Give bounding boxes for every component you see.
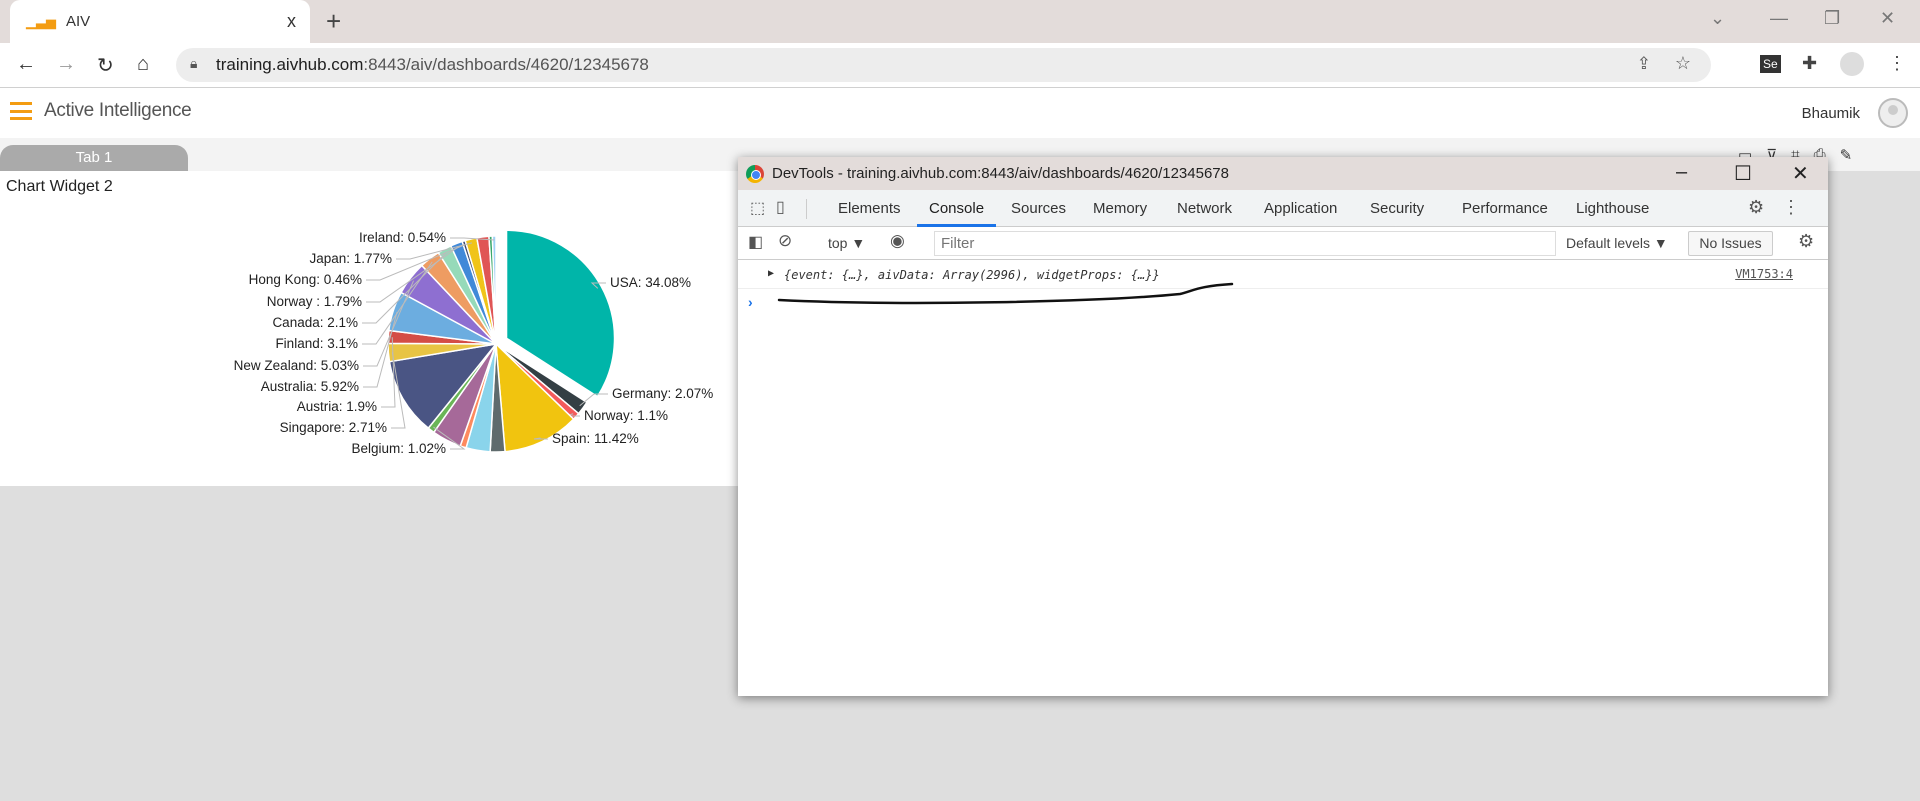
issues-button[interactable]: No Issues <box>1688 231 1773 256</box>
back-icon[interactable]: ← <box>16 53 36 76</box>
extensions-puzzle-icon[interactable]: ✚ <box>1802 53 1817 74</box>
url-path: :8443/aiv/dashboards/4620/12345678 <box>363 55 649 74</box>
reload-icon[interactable]: ↻ <box>97 53 114 78</box>
pie-chart: USA: 34.08% Germany: 2.07% Norway: 1.1% Spa… <box>234 229 713 456</box>
slice-label: Germany: 2.07% <box>612 386 713 401</box>
url-host: training.aivhub.com <box>216 55 364 74</box>
bookmark-star-icon[interactable]: ☆ <box>1675 53 1691 74</box>
more-options-icon[interactable]: ⋮ <box>1782 197 1800 218</box>
close-window-icon[interactable]: ✕ <box>1880 8 1895 29</box>
tab-memory[interactable]: Memory <box>1093 190 1147 227</box>
tab-sources[interactable]: Sources <box>1011 190 1066 227</box>
avatar[interactable] <box>1878 98 1908 128</box>
sidebar-toggle-icon[interactable]: ◧ <box>748 232 763 252</box>
user-name[interactable]: Bhaumik <box>1802 105 1860 122</box>
slice-label: Norway: 1.1% <box>584 408 668 423</box>
slice-label: Hong Kong: 0.46% <box>249 272 362 287</box>
slice-label: Finland: 3.1% <box>275 336 358 351</box>
context-select[interactable]: top ▼ <box>828 235 865 251</box>
new-tab-button[interactable]: + <box>326 6 341 37</box>
chart-widget: Chart Widget 2 USA: 34.08% Germany: 2.07%… <box>0 171 740 486</box>
inspect-element-icon[interactable]: ⬚ <box>750 198 765 218</box>
app-title: Active Intelligence <box>44 100 192 121</box>
app-header: Active Intelligence Bhaumik <box>0 88 1920 138</box>
tab-security[interactable]: Security <box>1370 190 1424 227</box>
log-levels-dropdown[interactable]: Default levels ▼ <box>1566 235 1668 251</box>
close-tab-icon[interactable]: x <box>287 11 296 32</box>
tab-1[interactable]: Tab 1 <box>0 145 188 171</box>
address-bar[interactable]: 🔒︎ training.aivhub.com:8443/aiv/dashboar… <box>176 48 1711 82</box>
device-toolbar-icon[interactable]: ▯ <box>776 197 785 217</box>
browser-tab[interactable]: ▁▃▅ AIV x <box>10 0 310 43</box>
tab-network[interactable]: Network <box>1177 190 1232 227</box>
expand-triangle-icon[interactable]: ▶ <box>768 268 774 279</box>
slice-label: Singapore: 2.71% <box>280 420 387 435</box>
slice-label: Japan: 1.77% <box>309 251 392 266</box>
lock-icon: 🔒︎ <box>190 55 198 71</box>
browser-tab-bar: ▁▃▅ AIV x + ⌄ — ❐ ✕ <box>0 0 1920 43</box>
restore-icon[interactable]: ❐ <box>1824 8 1840 29</box>
address-toolbar: ← → ↻ ⌂ 🔒︎ training.aivhub.com:8443/aiv/… <box>0 43 1920 88</box>
console-log-entry[interactable]: ▶ {event: {…}, aivData: Array(2996), wid… <box>738 260 1828 289</box>
menu-dots-icon[interactable]: ⋮ <box>1888 53 1906 74</box>
forward-icon[interactable]: → <box>56 53 76 76</box>
slice-label: New Zealand: 5.03% <box>234 358 359 373</box>
console-filter-input[interactable] <box>934 231 1556 256</box>
chrome-logo-icon <box>746 165 764 183</box>
log-source-link[interactable]: VM1753:4 <box>1735 267 1793 281</box>
profile-icon[interactable] <box>1840 52 1864 76</box>
slice-label: Spain: 11.42% <box>552 431 639 446</box>
tab-title: AIV <box>66 13 91 30</box>
slice-label: Ireland: 0.54% <box>359 230 446 245</box>
tab-lighthouse[interactable]: Lighthouse <box>1576 190 1649 227</box>
slice-label: Belgium: 1.02% <box>351 441 446 456</box>
console-prompt[interactable]: › <box>748 294 753 310</box>
slice-label: Australia: 5.92% <box>261 379 359 394</box>
hamburger-menu-icon[interactable] <box>10 102 32 120</box>
tab-search-icon[interactable]: ⌄ <box>1710 8 1725 29</box>
log-message[interactable]: {event: {…}, aivData: Array(2996), widge… <box>784 268 1160 282</box>
slice-label: USA: 34.08% <box>610 275 691 290</box>
tab-application[interactable]: Application <box>1264 190 1337 227</box>
share-icon[interactable]: ⇪ <box>1637 54 1651 74</box>
aiv-favicon-icon: ▁▃▅ <box>26 13 56 29</box>
tab-console[interactable]: Console <box>917 190 997 227</box>
devtools-title: DevTools - training.aivhub.com:8443/aiv/… <box>772 165 1229 182</box>
maximize-icon[interactable]: ☐ <box>1734 161 1752 186</box>
tab-performance[interactable]: Performance <box>1462 190 1548 227</box>
settings-gear-icon[interactable]: ⚙ <box>1748 197 1764 218</box>
tab-elements[interactable]: Elements <box>838 190 901 227</box>
slice-label: Canada: 2.1% <box>272 315 358 330</box>
home-icon[interactable]: ⌂ <box>137 53 149 76</box>
slice-label: Norway : 1.79% <box>267 294 362 309</box>
devtools-titlebar: DevTools - training.aivhub.com:8443/aiv/… <box>738 157 1828 190</box>
divider <box>806 199 807 219</box>
console-settings-icon[interactable]: ⚙ <box>1798 231 1814 252</box>
clear-console-icon[interactable]: ⊘ <box>778 231 792 251</box>
devtools-tabs: ⬚ ▯ Elements Console Sources Memory Network A… <box>738 190 1828 227</box>
minimize-icon[interactable]: — <box>1770 8 1788 29</box>
console-toolbar: ◧ ⊘ top ▼ ◉ Default levels ▼ No Issues ⚙ <box>738 227 1828 260</box>
slice-label: Austria: 1.9% <box>297 399 377 414</box>
devtools-window: DevTools - training.aivhub.com:8443/aiv/… <box>738 157 1828 696</box>
minimize-icon[interactable]: – <box>1676 161 1687 184</box>
close-icon[interactable]: ✕ <box>1792 161 1809 186</box>
live-expression-eye-icon[interactable]: ◉ <box>890 231 905 251</box>
edit-icon[interactable]: ✎ <box>1840 146 1853 164</box>
selenium-extension-icon[interactable]: Se <box>1760 55 1781 73</box>
